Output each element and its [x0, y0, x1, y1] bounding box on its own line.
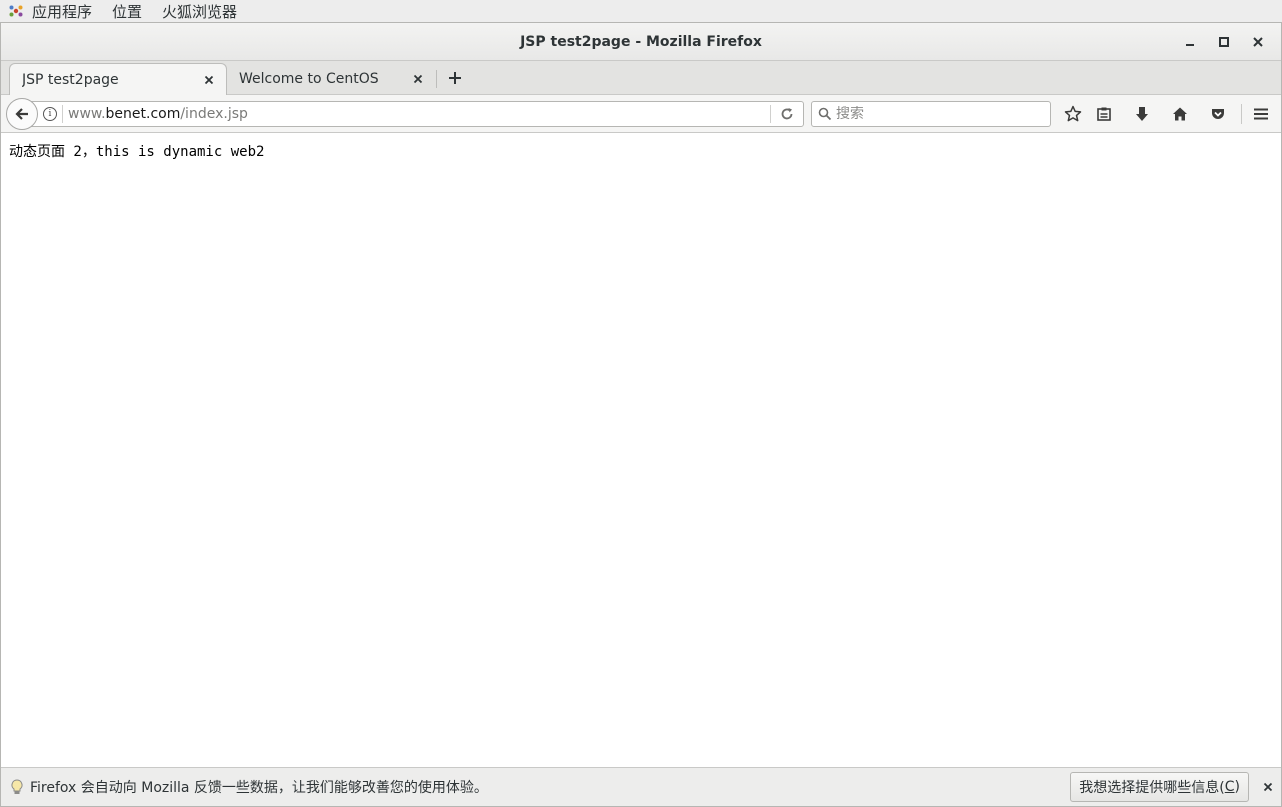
window-titlebar[interactable]: JSP test2page - Mozilla Firefox	[1, 23, 1281, 61]
notification-close-button[interactable]	[1257, 776, 1279, 798]
hamburger-icon	[1254, 108, 1268, 120]
plus-icon	[449, 72, 461, 84]
url-bar[interactable]: i www.benet.com/index.jsp	[31, 101, 804, 127]
toolbar-divider	[1241, 104, 1242, 124]
window-controls	[1173, 23, 1275, 61]
applications-menu-label: 应用程序	[32, 2, 93, 21]
tab-strip: JSP test2page Welcome to CentOS	[1, 61, 1281, 95]
reload-button[interactable]	[771, 101, 803, 127]
maximize-button[interactable]	[1207, 23, 1241, 61]
search-input[interactable]	[836, 106, 1036, 122]
applications-icon	[8, 3, 24, 19]
choose-data-button-suffix: )	[1234, 779, 1240, 795]
choose-data-button-accel: C	[1224, 779, 1235, 795]
close-icon	[204, 75, 214, 84]
url-text[interactable]: www.benet.com/index.jsp	[68, 106, 770, 122]
maximize-icon	[1219, 37, 1229, 47]
pocket-button[interactable]	[1207, 103, 1229, 125]
window-title: JSP test2page - Mozilla Firefox	[520, 33, 762, 50]
star-icon	[1064, 105, 1082, 122]
url-path: /index.jsp	[180, 106, 248, 122]
url-prefix: www.	[68, 106, 106, 122]
downloads-button[interactable]	[1131, 103, 1153, 125]
url-separator	[62, 105, 63, 123]
tab-label: JSP test2page	[22, 71, 119, 88]
home-icon	[1173, 107, 1187, 121]
close-icon	[1253, 37, 1263, 47]
search-bar[interactable]	[811, 101, 1051, 127]
pocket-icon	[1212, 109, 1224, 119]
minimize-button[interactable]	[1173, 23, 1207, 61]
applications-menu[interactable]: 应用程序	[0, 0, 104, 22]
tab-welcome-to-centos[interactable]: Welcome to CentOS	[227, 63, 435, 95]
navigation-toolbar: i www.benet.com/index.jsp	[1, 95, 1281, 133]
close-icon	[413, 74, 423, 84]
reload-icon	[781, 108, 793, 120]
tab-close-button[interactable]	[202, 73, 216, 87]
notification-bar: Firefox 会自动向 Mozilla 反馈一些数据，让我们能够改善您的使用体…	[1, 767, 1281, 806]
page-content: 动态页面 2，this is dynamic web2	[1, 133, 1281, 769]
places-menu-label: 位置	[112, 2, 143, 21]
tab-separator	[436, 70, 437, 88]
tab-label: Welcome to CentOS	[239, 71, 379, 87]
tab-close-button[interactable]	[411, 72, 425, 86]
choose-data-button-label: 我想选择提供哪些信息(	[1079, 780, 1225, 796]
download-arrow-icon	[1136, 107, 1148, 121]
close-icon	[1263, 782, 1273, 792]
clipboard-icon	[1097, 107, 1111, 121]
library-button[interactable]	[1093, 103, 1115, 125]
menu-button[interactable]	[1250, 103, 1272, 125]
new-tab-button[interactable]	[443, 65, 467, 91]
arrow-left-icon	[15, 108, 28, 120]
home-button[interactable]	[1169, 103, 1191, 125]
search-icon	[814, 107, 836, 121]
page-body-text: 动态页面 2，this is dynamic web2	[9, 144, 265, 160]
bookmark-button[interactable]	[1062, 103, 1084, 125]
close-window-button[interactable]	[1241, 23, 1275, 61]
tab-jsp-test2page[interactable]: JSP test2page	[9, 63, 227, 95]
lightbulb-icon	[9, 779, 25, 795]
choose-data-button[interactable]: 我想选择提供哪些信息(C)	[1070, 772, 1249, 802]
firefox-menu-label: 火狐浏览器	[162, 2, 238, 21]
firefox-menu[interactable]: 火狐浏览器	[154, 0, 249, 22]
url-host: benet.com	[105, 106, 181, 122]
back-button[interactable]	[6, 98, 38, 130]
minimize-icon	[1186, 44, 1194, 46]
info-icon[interactable]: i	[43, 107, 57, 121]
notification-message: Firefox 会自动向 Mozilla 反馈一些数据，让我们能够改善您的使用体…	[30, 780, 488, 796]
places-menu[interactable]: 位置	[104, 0, 154, 22]
gnome-top-bar: 应用程序 位置 火狐浏览器	[0, 0, 1282, 22]
firefox-window: JSP test2page - Mozilla Firefox JSP test…	[0, 22, 1282, 807]
